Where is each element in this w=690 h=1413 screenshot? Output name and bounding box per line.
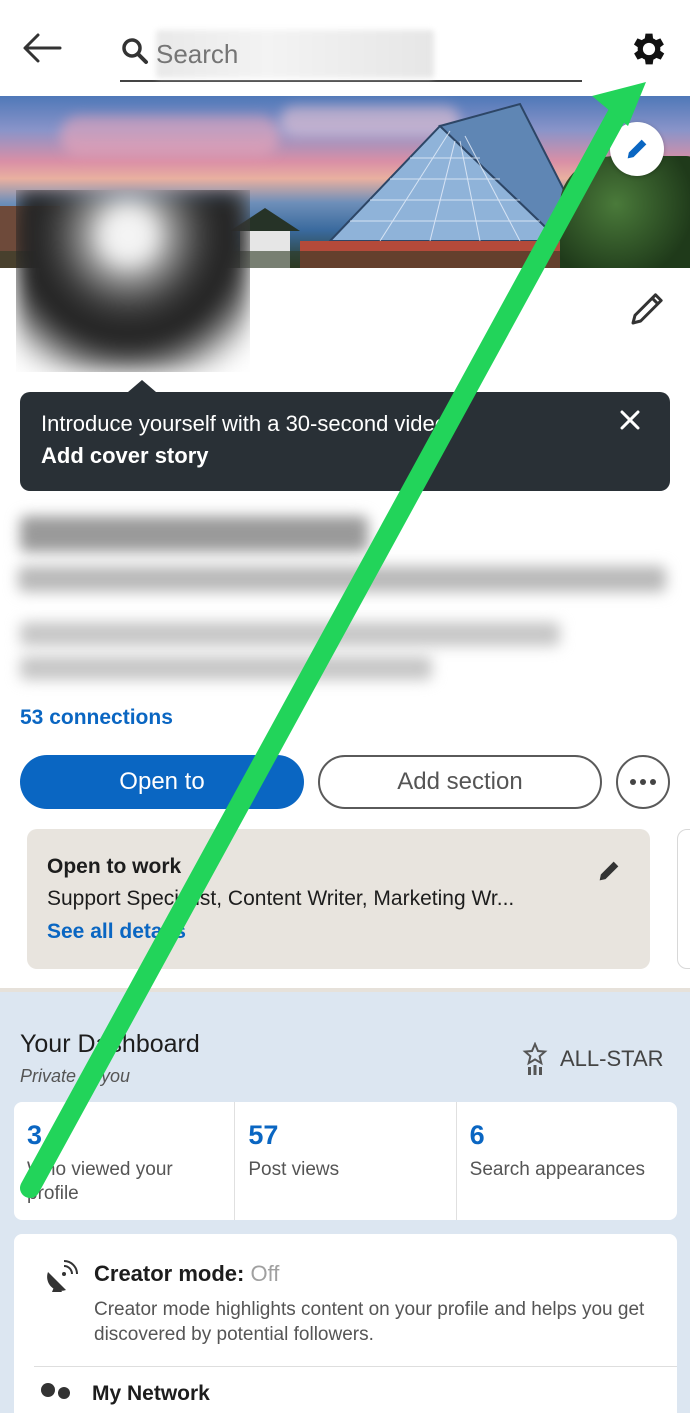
stat-value: 57 [248, 1120, 279, 1150]
profile-education-blurred [20, 622, 560, 646]
creator-mode-status: Off [250, 1261, 280, 1286]
stat-profile-viewers[interactable]: 3 Who viewed your profile [14, 1102, 236, 1220]
close-icon[interactable] [616, 406, 644, 434]
edit-intro-button[interactable] [628, 288, 668, 328]
cover-story-tooltip: Introduce yourself with a 30-second vide… [20, 380, 670, 491]
profile-name-blurred [20, 516, 368, 552]
star-rank-icon [522, 1042, 548, 1075]
see-all-details-link[interactable]: See all details [47, 920, 186, 944]
dashboard-subtitle: Private to you [20, 1066, 131, 1086]
stat-search-appearances[interactable]: 6 Search appearances [457, 1102, 677, 1220]
my-network-label: My Network [92, 1382, 210, 1405]
creator-mode-row[interactable]: Creator mode: Off [94, 1261, 279, 1287]
more-horizontal-icon [630, 779, 656, 785]
next-card-peek[interactable] [677, 829, 690, 969]
profile-photo[interactable] [16, 190, 250, 372]
profile-headline-blurred [18, 566, 666, 592]
stat-label: Who viewed your profile [27, 1159, 173, 1204]
tooltip-message: Introduce yourself with a 30-second vide… [41, 411, 454, 436]
add-section-button[interactable]: Add section [318, 755, 602, 809]
search-icon [122, 38, 148, 64]
pencil-icon[interactable] [595, 857, 623, 885]
creator-mode-label: Creator mode: [94, 1261, 245, 1286]
dashboard-section: Your Dashboard Private to you ALL-STAR 3… [0, 992, 690, 1413]
satellite-dish-icon [47, 1260, 78, 1292]
my-network-row[interactable]: My Network [38, 1382, 210, 1406]
all-star-label: ALL-STAR [560, 1046, 664, 1071]
open-to-button[interactable]: Open to [20, 755, 304, 809]
profile-photo-blurred [16, 190, 250, 372]
gear-icon [633, 33, 665, 65]
add-cover-story-link[interactable]: Add cover story [41, 443, 209, 469]
pencil-icon [631, 293, 663, 325]
all-star-badge: ALL-STAR [522, 1042, 664, 1076]
back-arrow-icon [23, 33, 62, 63]
connections-link[interactable]: 53 connections [20, 706, 173, 730]
creator-mode-description: Creator mode highlights content on your … [94, 1299, 645, 1345]
stat-label: Search appearances [469, 1159, 645, 1180]
stat-post-views[interactable]: 57 Post views [235, 1102, 457, 1220]
pencil-icon [627, 139, 647, 159]
top-bar [0, 0, 690, 96]
open-to-work-card[interactable]: Open to work Support Specialist, Content… [27, 829, 650, 969]
row-divider [34, 1366, 677, 1367]
open-to-work-roles: Support Specialist, Content Writer, Mark… [47, 887, 515, 910]
stat-value: 3 [27, 1120, 43, 1150]
stat-value: 6 [469, 1120, 485, 1150]
back-button[interactable] [22, 28, 70, 68]
dashboard-title: Your Dashboard [20, 1030, 200, 1058]
open-to-work-title: Open to work [47, 855, 182, 878]
people-icon [41, 1383, 70, 1399]
edit-cover-button[interactable] [610, 122, 664, 176]
profile-location-blurred [20, 656, 432, 680]
tooltip-caret [128, 380, 156, 392]
dashboard-stats: 3 Who viewed your profile 57 Post views … [14, 1102, 677, 1220]
stat-label: Post views [248, 1159, 340, 1180]
search-bar[interactable] [120, 28, 582, 82]
dashboard-tools-card: Creator mode: Off Creator mode highlight… [14, 1234, 677, 1413]
more-actions-button[interactable] [616, 755, 670, 809]
settings-button[interactable] [628, 28, 670, 70]
search-input[interactable] [156, 32, 576, 76]
